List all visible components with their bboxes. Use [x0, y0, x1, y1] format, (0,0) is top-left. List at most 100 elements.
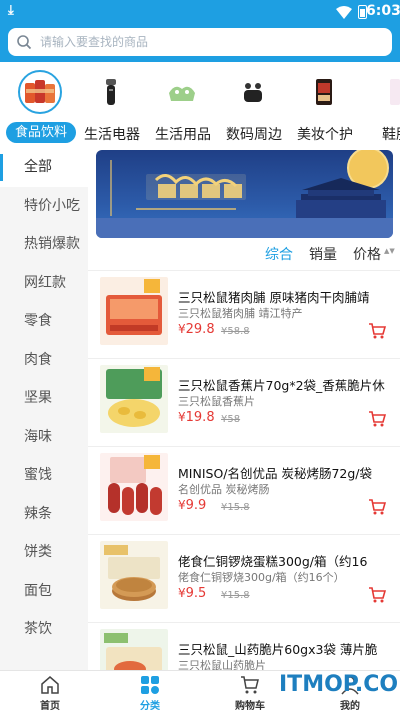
- category-beauty[interactable]: 美妆个护: [284, 62, 366, 146]
- sidebar-item-seafood[interactable]: 海味: [0, 418, 88, 457]
- sidebar-item-bread[interactable]: 面包: [0, 572, 88, 611]
- category-label: 生活电器: [84, 127, 140, 143]
- product-price: ¥9.5: [178, 586, 206, 601]
- sort-price-button[interactable]: 价格: [353, 244, 381, 264]
- price-value: 29.8: [185, 322, 215, 337]
- yam-chips-image: [100, 629, 168, 670]
- tab-label: 我的: [340, 701, 360, 712]
- product-name: 三只松鼠香蕉片70g*2袋_香蕉脆片休: [178, 378, 385, 393]
- sort-composite-button[interactable]: 综合: [265, 244, 293, 264]
- add-to-cart-icon[interactable]: [368, 410, 387, 432]
- pork-jerky-image: [100, 277, 168, 345]
- currency-symbol: ¥: [178, 586, 186, 600]
- product-subtitle: 名创优品 炭秘烤肠: [178, 483, 270, 496]
- sausage-image: [100, 453, 168, 521]
- category-apparel[interactable]: 鞋服: [355, 62, 400, 146]
- add-to-cart-icon[interactable]: [368, 586, 387, 608]
- product-name: 佬食仁铜锣烧蛋糕300g/箱（约16: [178, 554, 368, 569]
- sort-arrows-icon: ▲▼: [384, 247, 395, 255]
- sidebar-item-biscuits[interactable]: 饼类: [0, 533, 88, 572]
- category-label: 数码周边: [226, 127, 282, 143]
- sort-sales-button[interactable]: 销量: [309, 244, 337, 264]
- category-strip: 食品饮料 生活电器 生活用品 数码周边 美妆个护 鞋: [0, 62, 400, 146]
- app-screen: ⤓ 6:03 食品饮料 生活电器: [0, 0, 400, 712]
- add-to-cart-icon[interactable]: [368, 322, 387, 344]
- snack-bag-icon: [18, 70, 62, 114]
- tab-category[interactable]: 分类: [100, 671, 200, 712]
- product-price: ¥9.9: [178, 498, 206, 513]
- subcategory-sidebar: 全部 特价小吃 热销爆款 网红款 零食 肉食 坚果 海味 蜜饯 辣条 饼类 面包…: [0, 148, 88, 670]
- product-price: ¥29.8: [178, 322, 215, 337]
- search-icon: [16, 34, 32, 54]
- product-original-price: ¥15.8: [221, 502, 250, 513]
- currency-symbol: ¥: [178, 410, 186, 424]
- sidebar-item-meat[interactable]: 肉食: [0, 341, 88, 380]
- product-subtitle: 三只松鼠香蕉片: [178, 395, 255, 408]
- earbuds-icon: [231, 70, 275, 114]
- sidebar-item-all[interactable]: 全部: [0, 148, 88, 187]
- price-value: 19.8: [185, 410, 215, 425]
- product-list: 三只松鼠猪肉脯 原味猪肉干肉脯靖 三只松鼠猪肉脯 靖江特产 ¥29.8 ¥58.…: [88, 271, 400, 670]
- search-header: [0, 24, 400, 62]
- wifi-icon: [336, 5, 352, 24]
- sidebar-item-spicy-strips[interactable]: 辣条: [0, 495, 88, 534]
- product-original-price: ¥15.8: [221, 590, 250, 601]
- sidebar-item-viral[interactable]: 网红款: [0, 264, 88, 303]
- product-name: 三只松鼠_山药脆片60gx3袋 薄片脆: [178, 642, 378, 657]
- sort-bar: 综合 销量 价格 ▲▼: [88, 240, 400, 268]
- search-box[interactable]: [8, 28, 392, 56]
- category-food-drinks[interactable]: 食品饮料: [0, 62, 82, 146]
- product-item[interactable]: MINISO/名创优品 炭秘烤肠72g/袋 名创优品 炭秘烤肠 ¥9.9 ¥15…: [88, 447, 400, 535]
- home-icon: [40, 675, 60, 699]
- product-original-price: ¥58: [221, 414, 241, 425]
- promo-banner[interactable]: [96, 150, 393, 238]
- search-input[interactable]: [40, 32, 380, 52]
- tab-label: 购物车: [235, 701, 265, 712]
- product-item[interactable]: 佬食仁铜锣烧蛋糕300g/箱（约16 佬食仁铜锣烧300g/箱（约16个） ¥9…: [88, 535, 400, 623]
- status-bar: ⤓ 6:03: [0, 0, 400, 24]
- category-grid-icon: [140, 675, 160, 699]
- product-original-price: ¥58.8: [221, 326, 250, 337]
- watermark: ITMOP.COM: [279, 672, 400, 697]
- dorayaki-image: [100, 541, 168, 609]
- category-label: 鞋服: [382, 127, 400, 143]
- towel-icon: [160, 70, 204, 114]
- price-value: 9.5: [185, 586, 207, 601]
- product-name: MINISO/名创优品 炭秘烤肠72g/袋: [178, 466, 373, 481]
- product-item[interactable]: 三只松鼠猪肉脯 原味猪肉干肉脯靖 三只松鼠猪肉脯 靖江特产 ¥29.8 ¥58.…: [88, 271, 400, 359]
- tab-label: 首页: [40, 701, 60, 712]
- sidebar-item-tea-drinks[interactable]: 茶饮: [0, 610, 88, 649]
- tab-label: 分类: [140, 701, 160, 712]
- category-label: 食品饮料: [6, 122, 76, 143]
- banana-chips-image: [100, 365, 168, 433]
- price-value: 9.9: [185, 498, 207, 513]
- shaver-icon: [89, 70, 133, 114]
- product-name: 三只松鼠猪肉脯 原味猪肉干肉脯靖: [178, 290, 370, 305]
- apparel-icon: [373, 70, 400, 114]
- currency-symbol: ¥: [178, 498, 186, 512]
- currency-symbol: ¥: [178, 322, 186, 336]
- sidebar-item-nuts[interactable]: 坚果: [0, 379, 88, 418]
- cosmetics-box-icon: [302, 70, 346, 114]
- product-subtitle: 三只松鼠猪肉脯 靖江特产: [178, 307, 303, 320]
- sidebar-item-special-snacks[interactable]: 特价小吃: [0, 187, 88, 226]
- category-label: 生活用品: [155, 127, 211, 143]
- cart-icon: [240, 675, 260, 699]
- category-home-appliances[interactable]: 生活电器: [71, 62, 153, 146]
- tab-home[interactable]: 首页: [0, 671, 100, 712]
- product-subtitle: 佬食仁铜锣烧300g/箱（约16个）: [178, 571, 345, 584]
- status-time: 6:03: [366, 3, 400, 19]
- sidebar-item-candied-fruit[interactable]: 蜜饯: [0, 456, 88, 495]
- sidebar-item-snacks[interactable]: 零食: [0, 302, 88, 341]
- category-daily-goods[interactable]: 生活用品: [142, 62, 224, 146]
- category-digital[interactable]: 数码周边: [213, 62, 295, 146]
- product-item[interactable]: 三只松鼠_山药脆片60gx3袋 薄片脆 三只松鼠山药脆片: [88, 623, 400, 670]
- sidebar-item-hot-sellers[interactable]: 热销爆款: [0, 225, 88, 264]
- add-to-cart-icon[interactable]: [368, 498, 387, 520]
- banner-artwork: [96, 150, 393, 238]
- product-item[interactable]: 三只松鼠香蕉片70g*2袋_香蕉脆片休 三只松鼠香蕉片 ¥19.8 ¥58: [88, 359, 400, 447]
- product-price: ¥19.8: [178, 410, 215, 425]
- download-icon: ⤓: [8, 3, 14, 18]
- product-subtitle: 三只松鼠山药脆片: [178, 659, 266, 670]
- category-label: 美妆个护: [297, 127, 353, 143]
